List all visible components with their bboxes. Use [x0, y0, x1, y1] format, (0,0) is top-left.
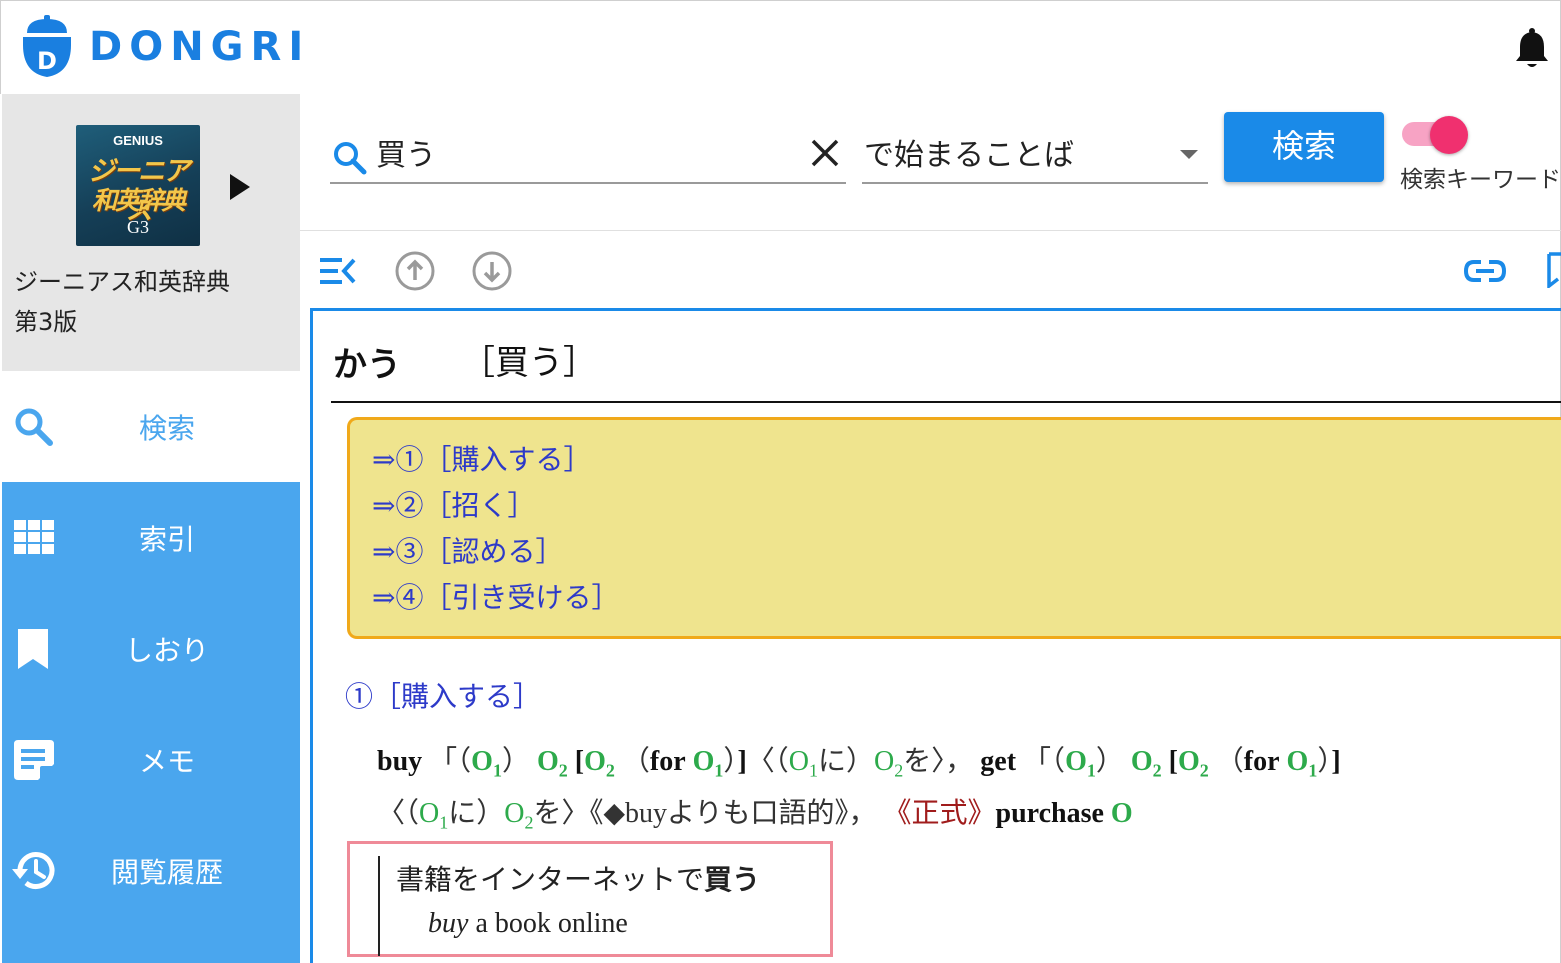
search-input[interactable]: 買う [376, 130, 436, 174]
nav-label-history: 閲覧履歴 [110, 855, 223, 889]
sense-link-4[interactable]: ⇒④［引き受ける］ [372, 576, 619, 616]
nav-label-memo: メモ [138, 744, 195, 778]
notification-bell-icon[interactable] [1513, 27, 1551, 69]
example-ja-bold: 買う [704, 863, 761, 896]
toggle-knob[interactable] [1430, 116, 1468, 154]
book-title-line1: ジーニアス和英辞典 [14, 268, 230, 296]
sense-link-1[interactable]: ⇒①［購入する］ [372, 438, 591, 478]
search-icon [334, 142, 367, 175]
app-header: D DONGRI [0, 0, 1561, 94]
example-japanese: 書籍をインターネットで買う [396, 858, 760, 898]
example-english: buy a book online [428, 908, 628, 940]
search-mode-select[interactable]: で始まることば [862, 128, 1208, 184]
dictionary-entry: かう ［買う］ ⇒①［購入する］ ⇒②［招く］ ⇒③［認める］ ⇒④［引き受ける… [310, 308, 1561, 963]
book-cover[interactable]: GENIUS ジーニアス 和英辞典 G3 [76, 125, 200, 246]
nav-label-search: 検索 [138, 411, 195, 445]
sense-link-3[interactable]: ⇒③［認める］ [372, 530, 563, 570]
example-sentence-box: 書籍をインターネットで買う buy a book online [347, 841, 833, 957]
collapse-list-icon[interactable] [318, 254, 358, 288]
nav-item-memo[interactable]: メモ [2, 704, 300, 815]
example-en-rest: a book online [468, 908, 628, 939]
definition-line-2: 〈（O1に）O2を〉《◆buyよりも口語的》， 《正式》purchase O [377, 798, 1133, 833]
toolbar-divider [300, 230, 1561, 231]
sense-heading: ①［購入する］ [345, 680, 542, 713]
svg-text:D: D [37, 47, 57, 75]
main-content: 買う で始まることば 検索 検索キーワード かう ［買う］ ⇒①［購入する］ ⇒… [300, 94, 1561, 963]
book-title: ジーニアス和英辞典 第3版 [14, 262, 294, 342]
sense-link-2[interactable]: ⇒②［招く］ [372, 484, 535, 524]
headword-kanji: ［買う］ [461, 343, 597, 383]
bookmark-add-icon[interactable] [1546, 252, 1561, 288]
headword: かう [333, 345, 401, 385]
cover-title-line2: 和英辞典 [91, 186, 186, 215]
cover-edition: G3 [127, 217, 149, 237]
dongri-logo[interactable]: D DONGRI [21, 15, 310, 79]
toggle-label: 検索キーワード [1400, 167, 1560, 193]
example-ja-plain: 書籍をインターネットで [396, 863, 705, 896]
example-bar [378, 856, 380, 956]
clear-icon[interactable] [808, 136, 842, 170]
link-icon[interactable] [1464, 258, 1506, 284]
play-arrow-icon[interactable] [230, 174, 250, 200]
entry-header: かう ［買う］ [331, 329, 1561, 403]
nav-item-history[interactable]: 閲覧履歴 [2, 815, 300, 926]
nav-label-index: 索引 [138, 522, 195, 556]
search-mode-value: で始まることば [864, 138, 1074, 173]
sense-index-box: ⇒①［購入する］ ⇒②［招く］ ⇒③［認める］ ⇒④［引き受ける］ [347, 417, 1561, 639]
definition-line-1: buy 「（O1） O2 [O2 （for O1）]〈（O1に）O2を〉， ge… [377, 746, 1341, 781]
nav-label-bookmark: しおり [124, 633, 209, 667]
logo-text: DONGRI [89, 24, 311, 70]
arrow-up-icon[interactable] [394, 250, 436, 292]
search-button[interactable]: 検索 [1224, 112, 1384, 182]
sidebar: GENIUS ジーニアス 和英辞典 G3 ジーニアス和英辞典 第3版 検索 索引… [2, 94, 300, 963]
dropdown-caret-icon [1180, 150, 1198, 159]
search-field[interactable]: 買う [330, 128, 846, 184]
example-en-italic: buy [428, 908, 469, 939]
acorn-logo-icon: D [23, 15, 71, 77]
nav-item-bookmark[interactable]: しおり [2, 593, 300, 704]
book-title-line2: 第3版 [14, 308, 78, 336]
nav-item-search[interactable]: 検索 [2, 371, 300, 482]
book-panel: GENIUS ジーニアス 和英辞典 G3 ジーニアス和英辞典 第3版 [2, 94, 300, 371]
arrow-down-icon[interactable] [471, 250, 513, 292]
cover-brand: GENIUS [113, 133, 163, 148]
nav-item-index[interactable]: 索引 [2, 482, 300, 593]
